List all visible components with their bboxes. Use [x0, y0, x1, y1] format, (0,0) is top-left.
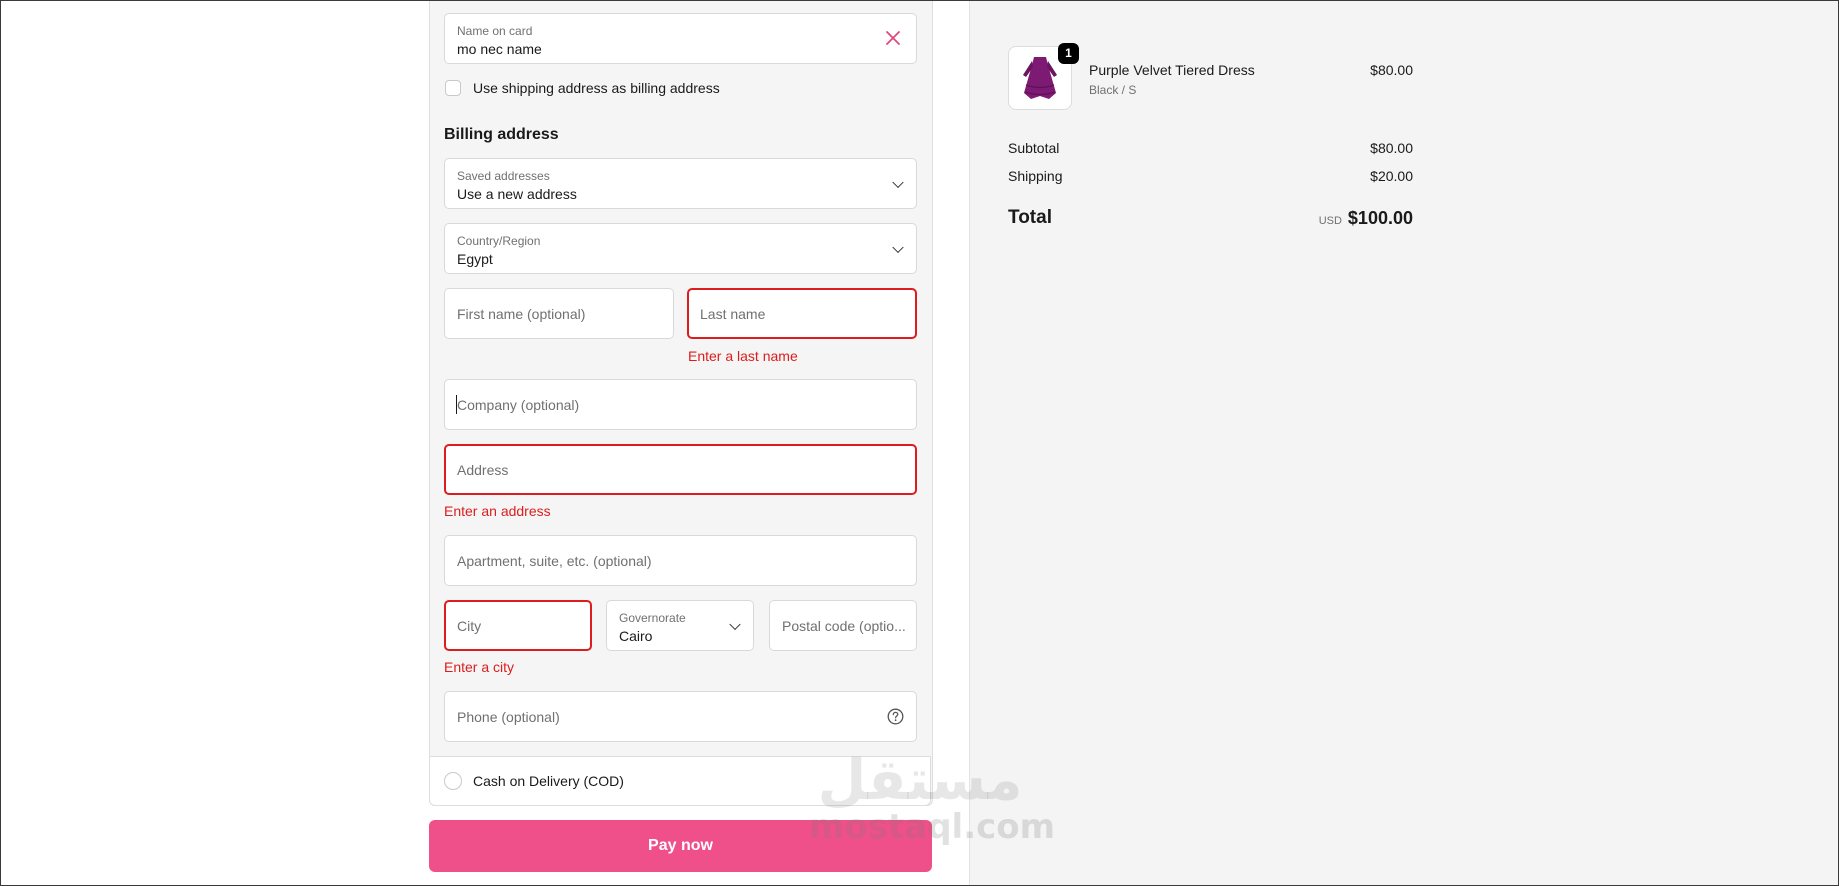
clear-icon[interactable]: [884, 29, 902, 47]
saved-addresses-value: Use a new address: [457, 186, 577, 202]
cod-label: Cash on Delivery (COD): [473, 773, 624, 789]
company-placeholder: Company (optional): [457, 396, 580, 413]
checkout-main: Name on card mo nec name Use shipping ad…: [1, 1, 969, 885]
governorate-label: Governorate: [619, 611, 686, 625]
last-name-placeholder: Last name: [700, 305, 766, 322]
saved-addresses-label: Saved addresses: [457, 169, 550, 183]
last-name-input[interactable]: Last name: [687, 288, 917, 339]
shipping-as-billing-label[interactable]: Use shipping address as billing address: [473, 80, 720, 96]
product-variant: Black / S: [1089, 83, 1137, 97]
name-on-card-field[interactable]: Name on card mo nec name: [444, 13, 917, 64]
city-error: Enter a city: [444, 659, 515, 675]
governorate-value: Cairo: [619, 628, 653, 644]
shipping-value: $20.00: [1370, 168, 1413, 184]
address-error: Enter an address: [444, 503, 551, 519]
country-select[interactable]: Country/Region Egypt: [444, 223, 917, 274]
shipping-as-billing-checkbox[interactable]: [445, 80, 461, 96]
help-icon[interactable]: [887, 708, 904, 725]
chevron-down-icon: [892, 241, 904, 253]
chevron-down-icon: [729, 618, 741, 630]
phone-input[interactable]: Phone (optional): [444, 691, 917, 742]
first-name-input[interactable]: First name (optional): [444, 288, 674, 339]
subtotal-value: $80.00: [1370, 140, 1413, 156]
phone-placeholder: Phone (optional): [457, 708, 560, 725]
currency-code: USD: [1318, 215, 1342, 227]
last-name-error: Enter a last name: [688, 348, 798, 364]
total-label: Total: [1008, 207, 1052, 228]
total-amount: USD $100.00: [1319, 208, 1413, 229]
name-on-card-value: mo nec name: [457, 41, 542, 57]
cod-payment-option[interactable]: Cash on Delivery (COD): [429, 756, 931, 806]
city-input[interactable]: City: [444, 600, 592, 651]
product-name: Purple Velvet Tiered Dress: [1089, 62, 1255, 78]
billing-address-heading: Billing address: [444, 126, 559, 143]
postal-code-placeholder: Postal code (optio...: [782, 617, 906, 634]
city-placeholder: City: [457, 617, 482, 634]
pay-now-button[interactable]: Pay now: [429, 820, 932, 872]
chevron-down-icon: [892, 176, 904, 188]
apartment-input[interactable]: Apartment, suite, etc. (optional): [444, 535, 917, 586]
address-placeholder: Address: [457, 461, 509, 478]
product-price: $80.00: [1370, 62, 1413, 78]
shipping-label: Shipping: [1008, 168, 1063, 184]
browser-viewport: Name on card mo nec name Use shipping ad…: [1, 1, 1838, 885]
postal-code-input[interactable]: Postal code (optio...: [769, 600, 917, 651]
apartment-placeholder: Apartment, suite, etc. (optional): [457, 552, 652, 569]
order-summary: 1 Purple Velvet Tiered Dress Black / S $…: [969, 1, 1838, 885]
name-on-card-label: Name on card: [457, 24, 533, 38]
governorate-select[interactable]: Governorate Cairo: [606, 600, 754, 651]
country-value: Egypt: [457, 251, 493, 267]
company-input[interactable]: Company (optional): [444, 379, 917, 430]
address-input[interactable]: Address: [444, 444, 917, 495]
saved-addresses-select[interactable]: Saved addresses Use a new address: [444, 158, 917, 209]
first-name-placeholder: First name (optional): [457, 305, 586, 322]
quantity-badge: 1: [1058, 43, 1079, 64]
total-value: $100.00: [1347, 208, 1413, 228]
country-label: Country/Region: [457, 234, 541, 248]
cod-radio[interactable]: [444, 772, 462, 790]
subtotal-label: Subtotal: [1008, 140, 1060, 156]
